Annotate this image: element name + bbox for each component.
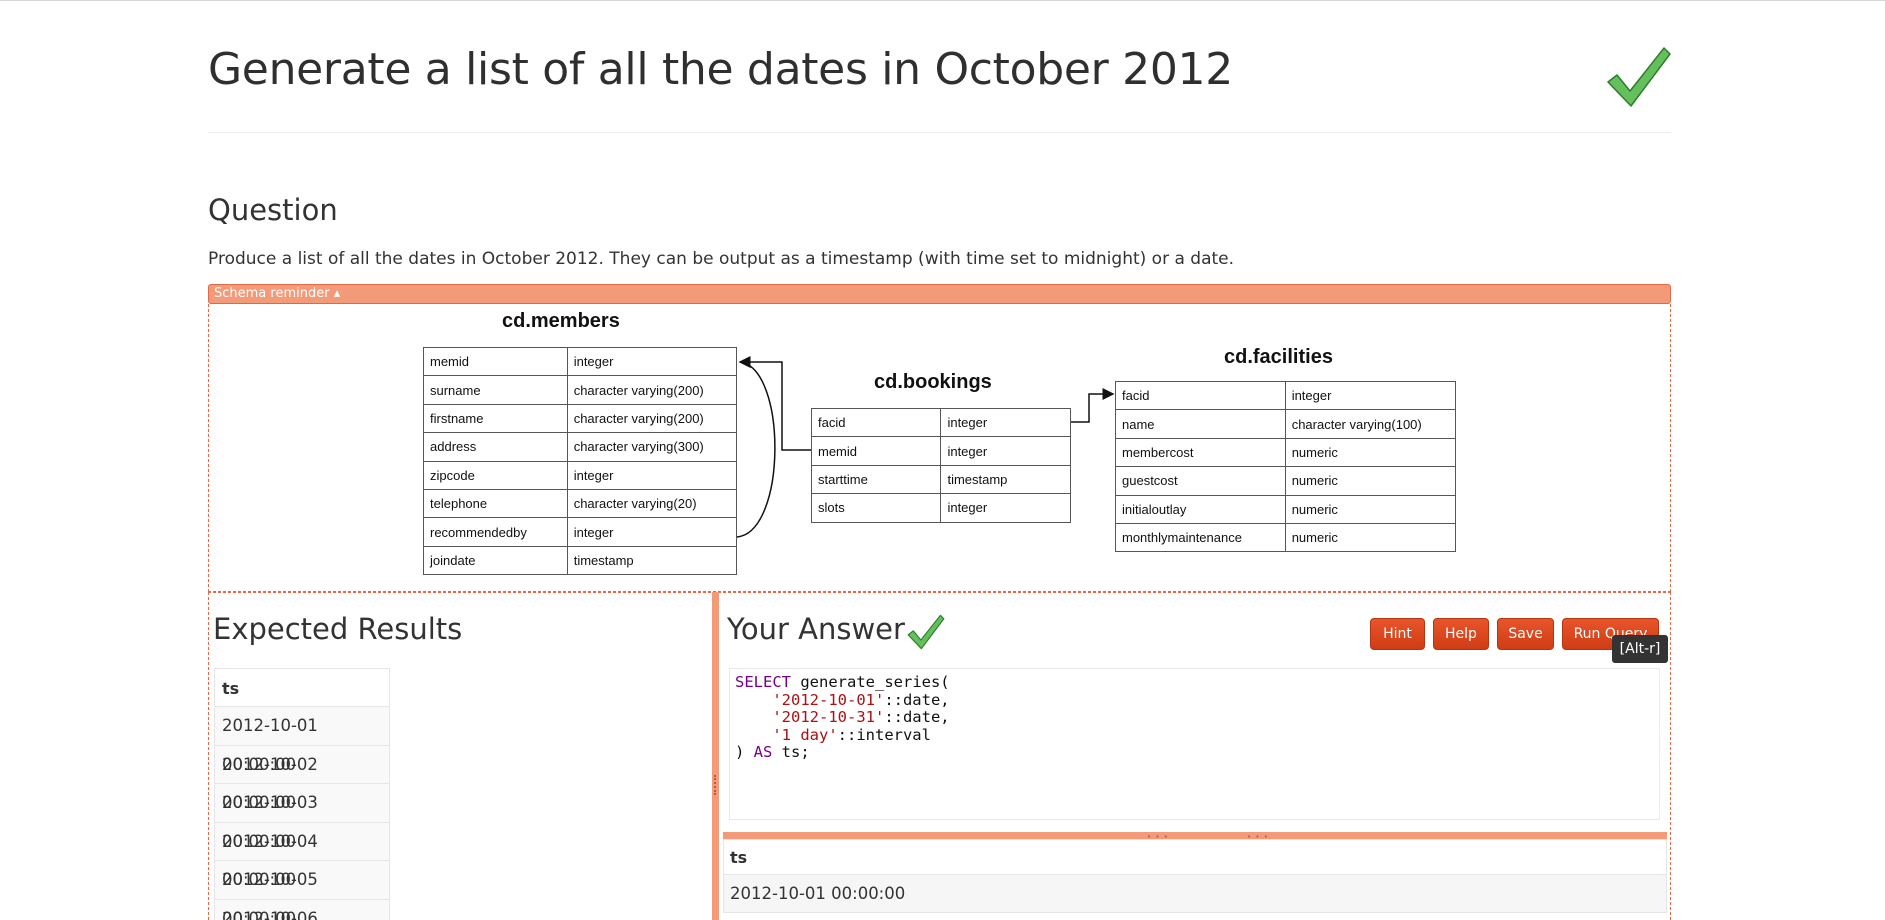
code-keyword: AS (753, 743, 773, 761)
table-row: 2012-10-01 00:00:00 (723, 875, 1667, 913)
code-text: generate_series( (791, 673, 950, 691)
schema-diagram: cd.members memid integer surname character … (208, 304, 1671, 592)
schema-reminder-toggle[interactable]: Schema reminder ▴ (208, 284, 1671, 304)
question-text: Produce a list of all the dates in Octob… (208, 249, 1235, 269)
question-heading: Question (208, 193, 338, 227)
page-title: Generate a list of all the dates in Octo… (208, 44, 1233, 95)
query-results-table: ts 2012-10-01 00:00:00 (723, 839, 1667, 913)
code-text: ::date, (884, 708, 950, 726)
table-row: 2012-10-02 00:00:00 (214, 745, 390, 812)
expected-results-panel: Expected Results ts 2012-10-01 00:00:00 … (208, 592, 712, 920)
code-string: '2012-10-31' (772, 708, 885, 726)
table-row: 2012-10-04 00:00:00 (214, 822, 390, 889)
code-keyword: SELECT (735, 673, 791, 691)
table-row: 2012-10-03 00:00:00 (214, 784, 390, 851)
sql-editor[interactable]: SELECT generate_series( '2012-10-01'::da… (729, 668, 1660, 820)
your-answer-panel: Your Answer Hint Help Save Run Query [Al… (719, 592, 1671, 920)
checkmark-icon (907, 614, 945, 650)
your-answer-heading: Your Answer (727, 612, 905, 646)
top-rule (0, 0, 1885, 1)
hint-button[interactable]: Hint (1370, 618, 1425, 650)
checkmark-icon (1607, 47, 1671, 107)
code-text: ts; (772, 743, 810, 761)
code-string: '1 day' (772, 725, 838, 744)
horizontal-splitter[interactable]: • • • • • • (723, 832, 1667, 841)
vertical-splitter[interactable] (712, 592, 719, 920)
code-text: ::date, (884, 690, 950, 709)
expected-results-heading: Expected Results (213, 612, 463, 646)
code-text: ) (735, 743, 754, 761)
title-divider (208, 132, 1671, 133)
result-column-header: ts (723, 839, 1667, 875)
save-button[interactable]: Save (1497, 618, 1554, 650)
code-string: '2012-10-01' (772, 690, 885, 709)
table-row: 2012-10-01 00:00:00 (214, 707, 390, 774)
expected-column-header: ts (214, 668, 390, 707)
help-button[interactable]: Help (1433, 618, 1489, 650)
table-row: 2012-10-06 00:00:00 (214, 899, 390, 920)
code-text: ::interval (837, 725, 931, 744)
splitter-grip-icon (714, 775, 716, 795)
run-shortcut-tooltip: [Alt-r] (1612, 635, 1668, 663)
relationship-arrows (736, 356, 1115, 538)
expected-results-table: ts 2012-10-01 00:00:00 2012-10-02 00:00:… (214, 668, 390, 920)
table-row: 2012-10-05 00:00:00 (214, 861, 390, 920)
